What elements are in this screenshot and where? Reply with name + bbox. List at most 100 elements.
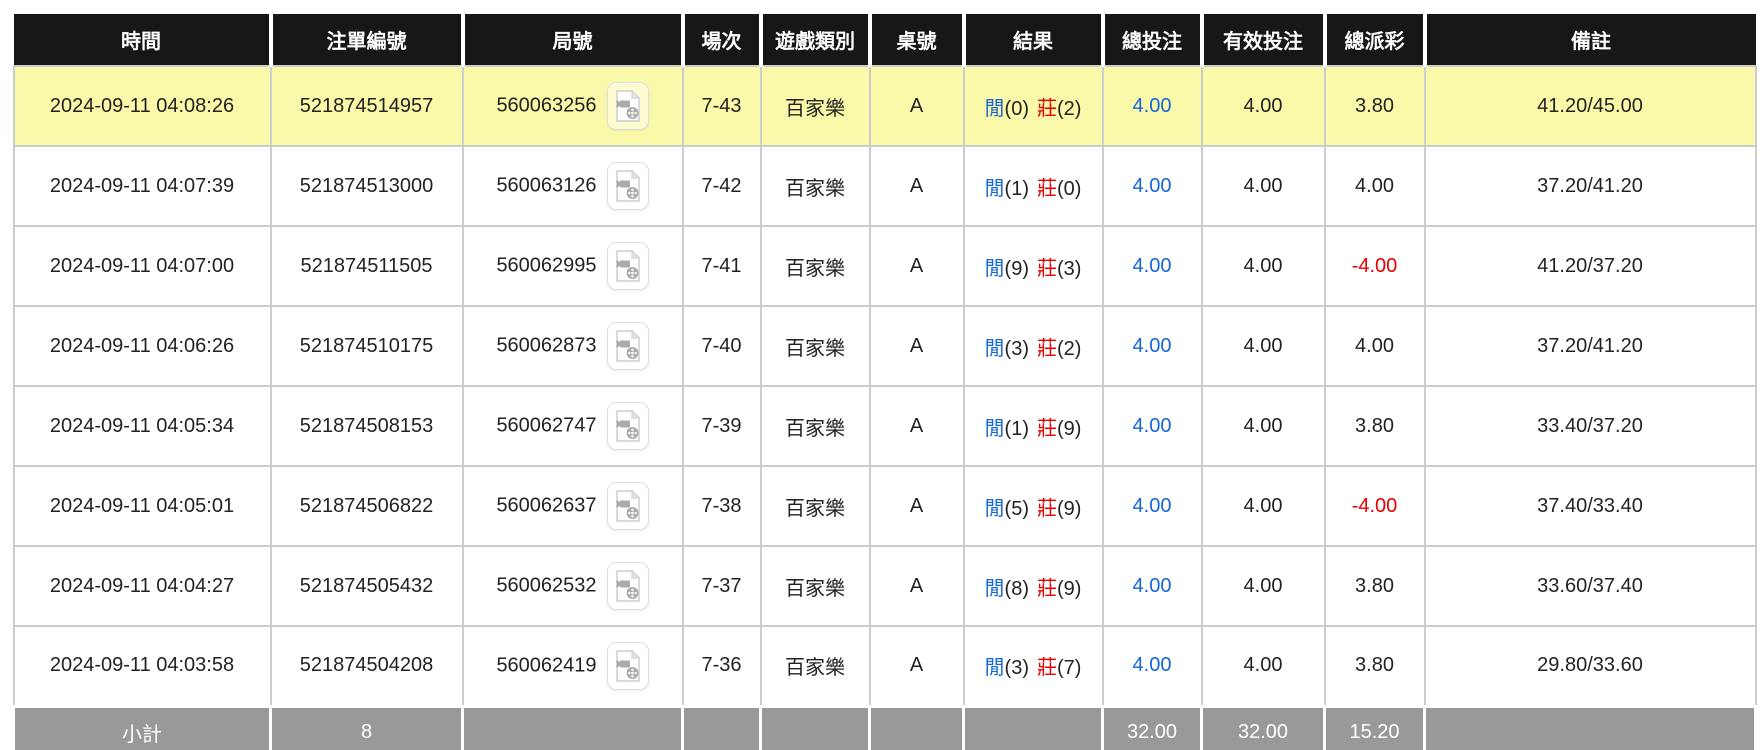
player-score: (5)	[1004, 497, 1029, 520]
valid-bet-cell: 4.00	[1200, 545, 1326, 627]
bet-id-cell: 521874511505	[269, 225, 464, 307]
video-replay-icon	[614, 490, 642, 522]
summary-empty-round	[461, 704, 684, 750]
table-body: 2024-09-11 04:08:26 521874514957 560063256…	[12, 65, 1757, 707]
table-no-cell: A	[868, 385, 965, 467]
col-header-total_bet: 總投注	[1100, 14, 1204, 66]
video-replay-button[interactable]	[606, 162, 649, 210]
banker-label: 莊	[1037, 337, 1057, 360]
session-cell: 7-43	[681, 65, 762, 147]
banker-score: (7)	[1057, 657, 1082, 680]
total-bet-cell[interactable]: 4.00	[1101, 305, 1203, 387]
total-bet-link[interactable]: 4.00	[1133, 575, 1172, 597]
summary-row: 小計 8 32.00 32.00 15.20	[12, 704, 1757, 750]
table-row: 2024-09-11 04:07:39 521874513000 560063126…	[12, 145, 1757, 227]
total-bet-cell[interactable]: 4.00	[1101, 465, 1203, 547]
video-replay-icon	[614, 649, 642, 682]
player-score: (9)	[1004, 257, 1029, 280]
summary-label: 小計	[12, 704, 272, 750]
video-replay-button[interactable]	[606, 641, 649, 690]
total-bet-link[interactable]: 4.00	[1133, 95, 1172, 117]
total-bet-link[interactable]: 4.00	[1133, 654, 1172, 676]
banker-label: 莊	[1037, 257, 1057, 280]
remark-cell: 37.40/33.40	[1423, 465, 1757, 547]
time-cell: 2024-09-11 04:06:26	[12, 305, 272, 387]
session-cell: 7-40	[681, 305, 762, 387]
round-number: 560062995	[496, 254, 597, 277]
total-bet-cell[interactable]: 4.00	[1101, 145, 1203, 227]
total-payout-cell: -4.00	[1323, 465, 1426, 547]
bet-id-cell: 521874513000	[269, 145, 464, 227]
total-bet-cell[interactable]: 4.00	[1101, 385, 1203, 467]
video-replay-button[interactable]	[606, 482, 649, 530]
game-type-cell: 百家樂	[759, 305, 871, 387]
summary-empty-table	[868, 704, 965, 750]
round-cell: 560062873	[461, 305, 684, 387]
col-header-time: 時間	[13, 14, 273, 66]
time-cell: 2024-09-11 04:03:58	[12, 625, 272, 707]
table-row: 2024-09-11 04:06:26 521874510175 560062873…	[12, 305, 1757, 387]
player-score: (8)	[1004, 577, 1029, 600]
video-replay-button[interactable]	[606, 322, 649, 370]
banker-label: 莊	[1037, 97, 1057, 120]
table-no-cell: A	[868, 305, 965, 387]
table-no-cell: A	[868, 65, 965, 147]
round-number: 560062532	[496, 574, 597, 597]
total-bet-cell[interactable]: 4.00	[1101, 545, 1203, 627]
round-number: 560062873	[496, 334, 597, 357]
game-type-cell: 百家樂	[759, 145, 871, 227]
player-label: 閒	[984, 577, 1005, 600]
total-bet-link[interactable]: 4.00	[1133, 175, 1172, 197]
table-no-cell: A	[868, 225, 965, 307]
video-replay-icon	[614, 410, 642, 442]
total-bet-cell[interactable]: 4.00	[1101, 65, 1203, 147]
player-score: (1)	[1004, 417, 1029, 440]
total-payout-cell: 3.80	[1323, 65, 1426, 147]
table-no-cell: A	[868, 625, 965, 707]
valid-bet-cell: 4.00	[1200, 65, 1326, 147]
total-bet-link[interactable]: 4.00	[1133, 495, 1172, 517]
banker-label: 莊	[1037, 497, 1057, 520]
total-payout-cell: 4.00	[1323, 145, 1426, 227]
round-cell: 560062532	[461, 545, 684, 627]
col-header-game_type: 遊戲類別	[758, 14, 872, 66]
valid-bet-cell: 4.00	[1200, 145, 1326, 227]
time-cell: 2024-09-11 04:05:01	[12, 465, 272, 547]
remark-cell: 33.40/37.20	[1423, 385, 1757, 467]
video-replay-button[interactable]	[606, 242, 649, 290]
video-replay-icon	[614, 90, 642, 122]
valid-bet-cell: 4.00	[1200, 465, 1326, 547]
game-type-cell: 百家樂	[759, 65, 871, 147]
total-payout-cell: 3.80	[1323, 385, 1426, 467]
table-row: 2024-09-11 04:04:27 521874505432 560062532…	[12, 545, 1757, 627]
round-number: 560062747	[496, 414, 597, 437]
bet-id-cell: 521874514957	[269, 65, 464, 147]
bet-id-cell: 521874505432	[269, 545, 464, 627]
round-cell: 560062637	[461, 465, 684, 547]
session-cell: 7-39	[681, 385, 762, 467]
banker-score: (9)	[1057, 577, 1082, 600]
bet-id-cell: 521874508153	[269, 385, 464, 467]
banker-label: 莊	[1037, 417, 1057, 440]
game-type-cell: 百家樂	[759, 225, 871, 307]
round-cell: 560062747	[461, 385, 684, 467]
total-bet-link[interactable]: 4.00	[1133, 335, 1172, 357]
total-payout-cell: -4.00	[1323, 225, 1426, 307]
summary-empty-game	[759, 704, 871, 750]
total-bet-cell[interactable]: 4.00	[1101, 625, 1203, 707]
table-no-cell: A	[868, 545, 965, 627]
total-bet-link[interactable]: 4.00	[1133, 255, 1172, 277]
summary-total-bet: 32.00	[1101, 704, 1203, 750]
video-replay-button[interactable]	[606, 562, 649, 610]
bet-id-cell: 521874510175	[269, 305, 464, 387]
video-replay-button[interactable]	[606, 82, 649, 130]
col-header-session: 場次	[680, 14, 763, 66]
total-bet-link[interactable]: 4.00	[1133, 415, 1172, 437]
player-label: 閒	[984, 497, 1005, 520]
total-bet-cell[interactable]: 4.00	[1101, 225, 1203, 307]
video-replay-button[interactable]	[606, 402, 649, 450]
result-cell: 閒(8) 莊(9)	[962, 545, 1104, 627]
col-header-remark: 備註	[1422, 14, 1756, 66]
time-cell: 2024-09-11 04:07:39	[12, 145, 272, 227]
round-number: 560063126	[496, 174, 597, 197]
